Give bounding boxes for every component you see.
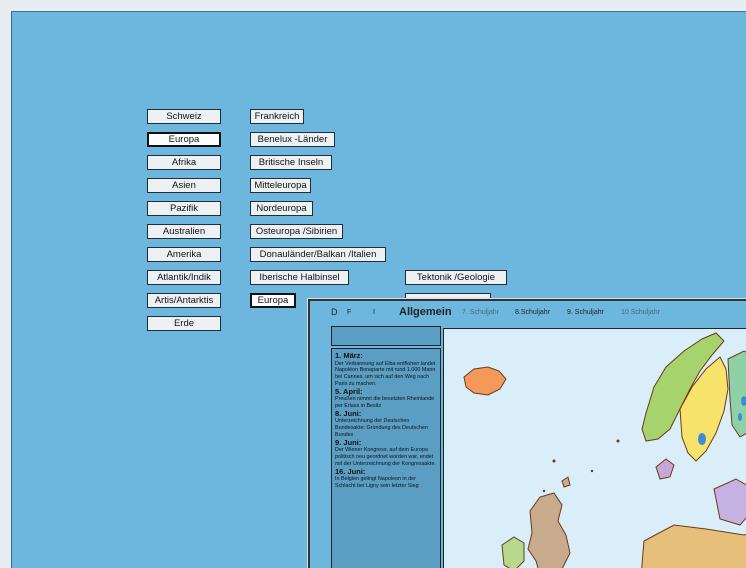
region-button-afrika[interactable]: Afrika — [147, 155, 221, 170]
map-denmark — [655, 458, 675, 480]
topic-button-tektonik[interactable]: Tektonik /Geologie — [405, 270, 507, 285]
region-button-australien[interactable]: Australien — [147, 224, 221, 239]
subregion-button-europa[interactable]: Europa — [250, 293, 296, 308]
subregion-button-britische-inseln[interactable]: Britische Inseln — [250, 155, 332, 170]
map-lake — [698, 433, 706, 445]
region-button-europa[interactable]: Europa — [147, 132, 221, 147]
europe-map[interactable] — [443, 328, 746, 568]
timeline-entry: 8. Juni: Unterzeichnung der Deutschen Bun… — [335, 408, 428, 438]
timeline-entry: 16. Juni: In Belgien gelingt Napoleon in … — [335, 466, 419, 489]
tab-lang-d[interactable]: D — [331, 307, 338, 317]
region-button-amerika[interactable]: Amerika — [147, 247, 221, 262]
timeline-header — [331, 326, 441, 346]
region-button-erde[interactable]: Erde — [147, 316, 221, 331]
subregion-button-donaulaender[interactable]: Donauländer/Balkan /Italien — [250, 247, 386, 262]
tab-grade-9[interactable]: 9. Schuljahr — [567, 309, 604, 316]
region-button-atlantik-indik[interactable]: Atlantik/Indik — [147, 270, 221, 285]
subregion-button-benelux[interactable]: Benelux -Länder — [250, 132, 335, 147]
map-ireland — [501, 536, 525, 568]
region-button-asien[interactable]: Asien — [147, 178, 221, 193]
app-window: Schweiz Europa Afrika Asien Pazifik Aust… — [11, 11, 746, 568]
timeline-entry: 5. April: Preußen nimmt die besetzten Rhe… — [335, 386, 435, 409]
tab-grade-10[interactable]: 10 Schuljahr — [621, 309, 660, 316]
map-island — [542, 489, 546, 493]
map-uk — [527, 492, 571, 568]
subregion-button-nordeuropa[interactable]: Nordeuropa — [250, 201, 313, 216]
history-panel: D F I Allgemein 7. Schuljahr 8.Schuljahr… — [308, 299, 746, 568]
timeline-list: 1. März: Der Verbannung auf Elba entflohe… — [331, 348, 441, 568]
timeline-entry: 1. März: Der Verbannung auf Elba entflohe… — [335, 351, 436, 387]
tab-lang-i[interactable]: I — [373, 309, 375, 316]
subregion-button-osteuropa[interactable]: Osteuropa /Sibirien — [250, 224, 343, 239]
tab-allgemein[interactable]: Allgemein — [399, 306, 452, 318]
europe-map-svg — [463, 332, 746, 568]
tab-grade-8[interactable]: 8.Schuljahr — [515, 309, 550, 316]
map-shetland — [561, 476, 571, 488]
subregion-button-mitteleuropa[interactable]: Mitteleuropa — [250, 178, 311, 193]
region-button-pazifik[interactable]: Pazifik — [147, 201, 221, 216]
subregion-button-iberische-halbinsel[interactable]: Iberische Halbinsel — [250, 270, 349, 285]
map-island — [552, 459, 556, 463]
tab-lang-f[interactable]: F — [347, 309, 351, 316]
timeline-entry: 9. Juni: Der Wiener Kongress, auf dem Eur… — [335, 437, 436, 467]
map-finland — [727, 350, 746, 438]
subregion-button-frankreich[interactable]: Frankreich — [250, 109, 304, 124]
map-continent — [641, 524, 746, 568]
tab-grade-7[interactable]: 7. Schuljahr — [462, 309, 499, 316]
panel-tab-bar: D F I Allgemein 7. Schuljahr 8.Schuljahr… — [310, 301, 746, 325]
region-button-schweiz[interactable]: Schweiz — [147, 109, 221, 124]
map-lake — [738, 413, 742, 421]
map-baltics — [713, 478, 746, 526]
map-iceland — [463, 366, 507, 396]
map-island — [616, 439, 620, 443]
region-button-artis-antarktis[interactable]: Artis/Antarktis — [147, 293, 221, 308]
map-island — [590, 469, 594, 473]
